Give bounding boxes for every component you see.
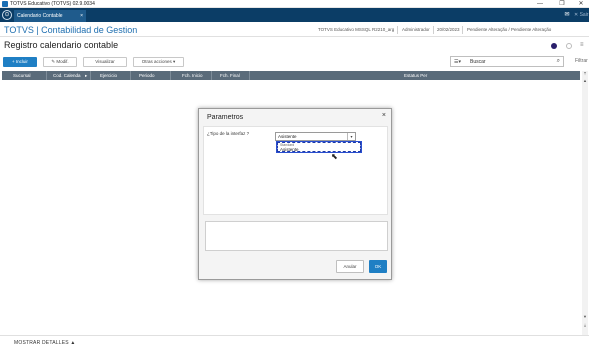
column-divider xyxy=(130,71,131,80)
home-icon[interactable]: ⊙ xyxy=(2,10,12,20)
mail-icon[interactable]: ✉ xyxy=(563,11,571,19)
list-view-icon[interactable]: ☰▾ xyxy=(454,59,461,65)
table-header: Sucursal Cod. Calenda ▸ Ejercicio Period… xyxy=(2,71,580,80)
app-tabbar: ⊙ Calendario Contable [02.9.0034] × ✉ ✕ … xyxy=(0,8,589,31)
module-header: TOTVS | Contabilidad de Gestion TOTVS Ed… xyxy=(0,22,589,37)
col-header-estatus-per[interactable]: Estatus Per xyxy=(404,71,427,80)
app-icon xyxy=(2,1,8,7)
filter-button[interactable]: Filtrar xyxy=(575,58,588,64)
col-header-fch-final[interactable]: Fch. Final xyxy=(220,71,240,80)
divider xyxy=(433,26,434,34)
col-header-ejercicio[interactable]: Ejercicio xyxy=(100,71,117,80)
sort-icon: ▸ xyxy=(85,73,88,78)
column-divider xyxy=(170,71,171,80)
scroll-top-icon[interactable]: ⤒ xyxy=(582,71,588,77)
include-button[interactable]: + Incluir xyxy=(3,57,37,67)
pending-label: Pendiente Alteração / Pendiente Alteraçã… xyxy=(467,27,552,32)
interface-type-label: ¿Tipo de la interfaz ? xyxy=(207,131,250,136)
col-header-cod-calenda[interactable]: Cod. Calenda xyxy=(53,71,81,80)
status-dot-icon xyxy=(551,43,557,49)
help-icon[interactable]: ≡ xyxy=(580,42,584,48)
tab-close-icon[interactable]: × xyxy=(80,10,83,22)
search-box[interactable]: ☰▾ Buscar ⌕ xyxy=(450,56,564,67)
dialog-title: Parametros xyxy=(207,114,244,121)
column-divider xyxy=(211,71,212,80)
select-dropdown-list[interactable]: Standard Asistente xyxy=(277,142,361,152)
dialog-close-icon[interactable]: × xyxy=(382,112,386,119)
mouse-cursor-icon: ⬉ xyxy=(331,152,338,161)
column-divider xyxy=(249,71,250,80)
search-input[interactable]: Buscar xyxy=(470,59,486,65)
exit-button[interactable]: ✕ Sair xyxy=(574,12,588,18)
other-actions-button[interactable]: Otras acciones ▾ xyxy=(133,57,184,67)
search-icon[interactable]: ⌕ xyxy=(557,58,560,65)
minimize-button[interactable]: — xyxy=(533,0,547,8)
divider xyxy=(462,26,463,34)
interface-type-select[interactable]: Asistente ▾ xyxy=(275,132,356,141)
dialog-form: ¿Tipo de la interfaz ? Asistente ▾ Stand… xyxy=(203,126,388,215)
module-title: TOTVS | Contabilidad de Gestion xyxy=(4,25,138,35)
column-divider xyxy=(90,71,91,80)
window-title: TOTVS Educativo (TOTVS) 02.9.0034 xyxy=(10,1,95,7)
modify-button[interactable]: ✎ Modif. xyxy=(43,57,77,67)
option-asistente[interactable]: Asistente xyxy=(280,147,299,152)
chevron-down-icon: ▾ xyxy=(173,59,176,64)
divider xyxy=(397,26,398,34)
environment-label: TOTVS Educativo MSSQL R2210_arg xyxy=(318,27,395,32)
col-header-fch-inicio[interactable]: Fch. Inicio xyxy=(182,71,203,80)
select-value: Asistente xyxy=(278,134,297,139)
show-details-button[interactable]: MOSTRAR DETALLES ▲ xyxy=(14,340,76,346)
dialog-memo-area[interactable] xyxy=(205,221,388,251)
chevron-down-icon[interactable]: ▾ xyxy=(347,133,355,140)
scroll-up-icon[interactable]: ▲ xyxy=(582,78,588,84)
footer-bar: MOSTRAR DETALLES ▲ xyxy=(0,335,589,348)
cancel-button[interactable]: Anular xyxy=(336,260,364,273)
vertical-scrollbar[interactable]: ⤒ ▲ ▼ ⤓ xyxy=(582,71,588,335)
window-close-button[interactable]: ✕ xyxy=(574,0,588,8)
window-titlebar: TOTVS Educativo (TOTVS) 02.9.0034 — ❐ ✕ xyxy=(0,0,589,8)
view-button[interactable]: Visualizar xyxy=(83,57,127,67)
parameters-dialog: Parametros × ¿Tipo de la interfaz ? Asis… xyxy=(198,108,392,280)
tab-calendario-contable[interactable]: Calendario Contable [02.9.0034] × xyxy=(14,10,86,31)
col-header-sucursal[interactable]: Sucursal xyxy=(13,71,31,80)
date-label: 20/02/2023 xyxy=(437,27,460,32)
config-icon[interactable] xyxy=(566,43,572,49)
scroll-bottom-icon[interactable]: ⤓ xyxy=(582,322,588,328)
restore-button[interactable]: ❐ xyxy=(555,0,569,8)
col-header-periodo[interactable]: Periodo xyxy=(139,71,155,80)
user-label: Administrador xyxy=(402,27,430,32)
column-divider xyxy=(46,71,47,80)
ok-button[interactable]: OK xyxy=(369,260,387,273)
scroll-down-icon[interactable]: ▼ xyxy=(582,314,588,320)
other-actions-label: Otras acciones xyxy=(141,59,172,64)
page-title: Registro calendario contable xyxy=(4,40,119,50)
